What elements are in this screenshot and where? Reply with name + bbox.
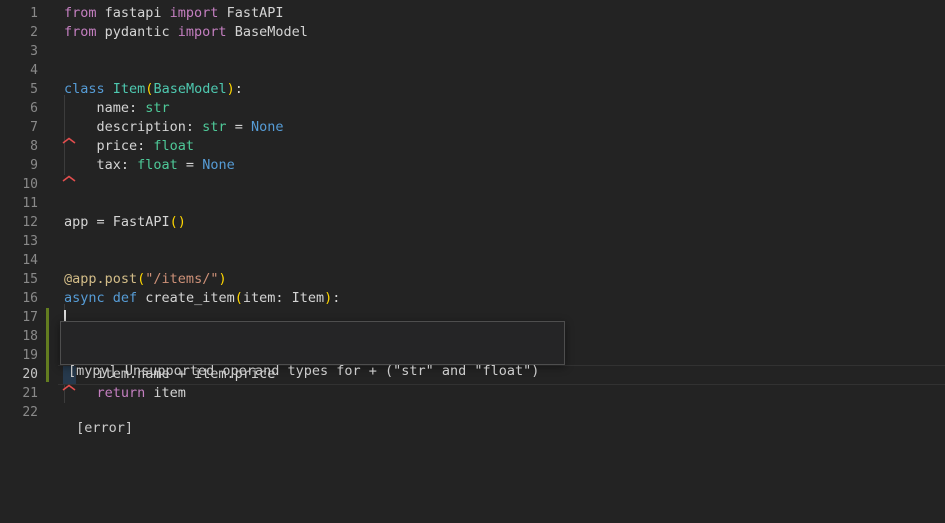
code-line-12[interactable]: 12 app = FastAPI(): [0, 213, 945, 232]
code-token: BaseModel: [153, 81, 226, 97]
code-text: price: float: [64, 137, 194, 156]
error-hover-tooltip: [mypy] Unsupported operand types for + (…: [60, 321, 565, 365]
code-text: from fastapi import FastAPI: [64, 4, 283, 23]
code-line-11[interactable]: 11: [0, 194, 945, 213]
line-number[interactable]: 18: [0, 327, 38, 346]
code-line-3[interactable]: 3: [0, 42, 945, 61]
line-number[interactable]: 5: [0, 80, 38, 99]
line-number[interactable]: 6: [0, 99, 38, 118]
code-token: =: [178, 157, 202, 173]
code-line-15[interactable]: 15 @app.post("/items/"): [0, 270, 945, 289]
line-number[interactable]: 17: [0, 308, 38, 327]
code-token: ): [218, 271, 226, 287]
code-token: [105, 81, 113, 97]
code-text: name: str: [64, 99, 170, 118]
code-token: price:: [64, 138, 153, 154]
tooltip-severity: [error]: [68, 419, 557, 438]
line-number[interactable]: 10: [0, 175, 38, 194]
tooltip-message: [mypy] Unsupported operand types for + (…: [68, 362, 557, 381]
code-line-6[interactable]: 6 name: str: [0, 99, 945, 118]
code-token: import: [170, 5, 219, 21]
code-token: float: [153, 138, 194, 154]
line-number[interactable]: 16: [0, 289, 38, 308]
code-token: class: [64, 81, 105, 97]
code-token: app = FastAPI: [64, 214, 170, 230]
line-number[interactable]: 9: [0, 156, 38, 175]
line-number[interactable]: 14: [0, 251, 38, 270]
line-number[interactable]: 13: [0, 232, 38, 251]
code-text: description: str = None: [64, 118, 283, 137]
code-token: @app.post: [64, 271, 137, 287]
line-number[interactable]: 1: [0, 4, 38, 23]
line-number[interactable]: 19: [0, 346, 38, 365]
error-squiggle: [62, 170, 76, 177]
code-token: from: [64, 24, 97, 40]
line-number[interactable]: 20: [0, 365, 38, 384]
code-line-8[interactable]: 8 price: float: [0, 137, 945, 156]
code-token: None: [202, 157, 235, 173]
code-token: item: Item: [243, 290, 324, 306]
code-line-5[interactable]: 5 class Item(BaseModel):: [0, 80, 945, 99]
code-token: description:: [64, 119, 202, 135]
code-token: name:: [64, 100, 145, 116]
code-token: float: [137, 157, 178, 173]
code-token: fastapi: [97, 5, 170, 21]
code-token: create_item: [137, 290, 235, 306]
line-number[interactable]: 11: [0, 194, 38, 213]
code-text: class Item(BaseModel):: [64, 80, 243, 99]
code-line-7[interactable]: 7 description: str = None: [0, 118, 945, 137]
code-editor[interactable]: from fastapi import FastAPI 1 from fastap…: [0, 0, 945, 523]
code-token: str: [145, 100, 169, 116]
code-text: app = FastAPI(): [64, 213, 186, 232]
code-token: Item: [113, 81, 146, 97]
code-token: [105, 290, 113, 306]
code-text: @app.post("/items/"): [64, 270, 227, 289]
code-token: import: [178, 24, 227, 40]
code-text: async def create_item(item: Item):: [64, 289, 340, 308]
code-token: pydantic: [97, 24, 178, 40]
code-line-13[interactable]: 13: [0, 232, 945, 251]
code-line-9[interactable]: 9 tax: float = None: [0, 156, 945, 175]
code-token: async: [64, 290, 105, 306]
code-line-4[interactable]: 4: [0, 61, 945, 80]
code-text: tax: float = None: [64, 156, 235, 175]
line-number[interactable]: 4: [0, 61, 38, 80]
code-token: :: [235, 81, 243, 97]
code-token: (): [170, 214, 186, 230]
code-token: "/items/": [145, 271, 218, 287]
line-number[interactable]: 8: [0, 137, 38, 156]
code-token: :: [332, 290, 340, 306]
line-number[interactable]: 22: [0, 403, 38, 422]
line-number[interactable]: 15: [0, 270, 38, 289]
code-token: from: [64, 5, 97, 21]
code-text: from pydantic import BaseModel: [64, 23, 308, 42]
code-token: def: [113, 290, 137, 306]
line-number[interactable]: 21: [0, 384, 38, 403]
code-line-10[interactable]: 10: [0, 175, 945, 194]
line-number[interactable]: 3: [0, 42, 38, 61]
code-token: BaseModel: [227, 24, 308, 40]
code-token: FastAPI: [218, 5, 283, 21]
code-token: =: [227, 119, 251, 135]
line-number[interactable]: 12: [0, 213, 38, 232]
code-token: str: [202, 119, 226, 135]
code-line-1[interactable]: 1 from fastapi import FastAPI: [0, 4, 945, 23]
code-line-16[interactable]: 16 async def create_item(item: Item):: [0, 289, 945, 308]
code-line-2[interactable]: 2 from pydantic import BaseModel: [0, 23, 945, 42]
code-line-14[interactable]: 14: [0, 251, 945, 270]
error-squiggle: [62, 132, 76, 139]
line-number[interactable]: 7: [0, 118, 38, 137]
code-token: (: [235, 290, 243, 306]
line-number[interactable]: 2: [0, 23, 38, 42]
code-token: None: [251, 119, 284, 135]
code-token: ): [227, 81, 235, 97]
